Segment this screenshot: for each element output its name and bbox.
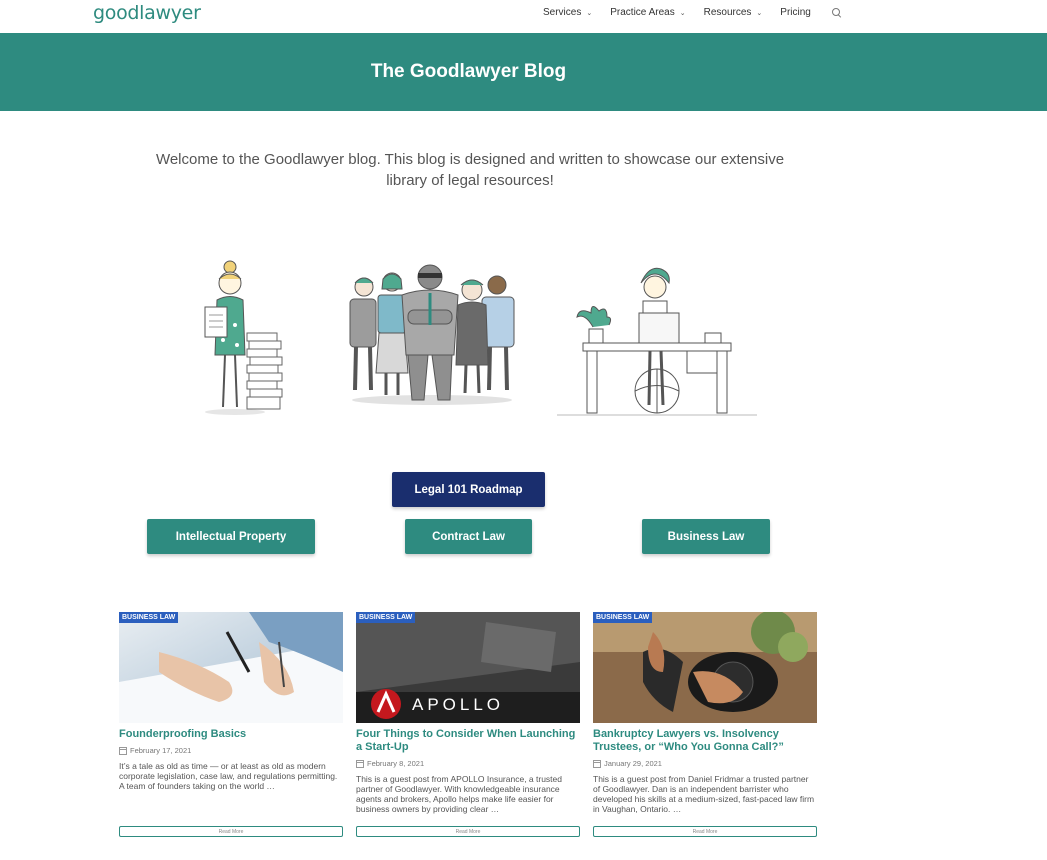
search-icon[interactable] <box>831 7 842 18</box>
main-nav: Services ⌄ Practice Areas ⌄ Resources ⌄ Pri… <box>543 7 842 18</box>
nav-pricing-label: Pricing <box>780 7 811 18</box>
card-image-signing-document[interactable]: BUSINESS LAW <box>119 612 343 723</box>
nav-pricing[interactable]: Pricing <box>780 7 811 18</box>
card-image-apollo[interactable]: APOLLO BUSINESS LAW <box>356 612 580 723</box>
card-date: February 8, 2021 <box>356 759 580 768</box>
nav-resources-label: Resources <box>703 7 752 18</box>
card-title[interactable]: Four Things to Consider When Launching a… <box>356 728 580 754</box>
card-title[interactable]: Founderproofing Basics <box>119 728 343 741</box>
chevron-down-icon: ⌄ <box>756 9 763 17</box>
signing-document-photo <box>119 612 343 723</box>
card-excerpt: It’s a tale as old as time — or at least… <box>119 761 338 791</box>
chevron-down-icon: ⌄ <box>679 9 686 17</box>
apollo-logo-text: APOLLO <box>412 695 505 714</box>
card-date: February 17, 2021 <box>119 746 343 755</box>
read-more-button[interactable]: Read More <box>593 826 817 837</box>
page-title: The Goodlawyer Blog <box>370 61 567 82</box>
category-badge[interactable]: BUSINESS LAW <box>593 612 653 623</box>
card-date-text: February 17, 2021 <box>130 746 192 755</box>
card-date: January 29, 2021 <box>593 759 817 768</box>
blog-card: BUSINESS LAW Bankruptcy Lawyers vs. Inso… <box>593 612 817 837</box>
nav-practice-areas[interactable]: Practice Areas ⌄ <box>610 7 685 18</box>
card-date-text: February 8, 2021 <box>367 759 425 768</box>
read-more-button[interactable]: Read More <box>356 826 580 837</box>
nav-services[interactable]: Services ⌄ <box>543 7 592 18</box>
card-excerpt: This is a guest post from APOLLO Insuran… <box>356 774 562 814</box>
blog-card: BUSINESS LAW Founderproofing Basics Febr… <box>119 612 343 837</box>
contract-law-button[interactable]: Contract Law <box>405 519 532 554</box>
calendar-icon <box>593 759 601 768</box>
blog-card: APOLLO BUSINESS LAW Four Things to Consi… <box>356 612 580 837</box>
category-badge[interactable]: BUSINESS LAW <box>119 612 179 623</box>
rotary-telephone-photo <box>593 612 817 723</box>
woman-at-desk-illustration <box>557 267 757 416</box>
nav-services-label: Services <box>543 7 582 18</box>
card-title[interactable]: Bankruptcy Lawyers vs. Insolvency Truste… <box>593 728 817 754</box>
intellectual-property-button[interactable]: Intellectual Property <box>147 519 315 554</box>
nav-resources[interactable]: Resources ⌄ <box>704 7 763 18</box>
woman-with-documents-illustration <box>204 260 283 415</box>
nav-practice-areas-label: Practice Areas <box>610 7 675 18</box>
business-law-button[interactable]: Business Law <box>642 519 770 554</box>
category-badge[interactable]: BUSINESS LAW <box>356 612 416 623</box>
calendar-icon <box>356 759 364 768</box>
team-group-illustration <box>349 264 515 405</box>
logo[interactable]: goodlawyer <box>93 2 201 24</box>
legal-101-roadmap-button[interactable]: Legal 101 Roadmap <box>392 472 545 507</box>
card-date-text: January 29, 2021 <box>604 759 662 768</box>
card-excerpt: This is a guest post from Daniel Fridmar… <box>593 774 815 814</box>
intro-text: Welcome to the Goodlawyer blog. This blo… <box>155 151 785 189</box>
chevron-down-icon: ⌄ <box>586 9 593 17</box>
hero-banner: The Goodlawyer Blog <box>0 33 1047 111</box>
top-navigation: goodlawyer Services ⌄ Practice Areas ⌄ Res… <box>0 0 1047 33</box>
card-image-telephone[interactable]: BUSINESS LAW <box>593 612 817 723</box>
read-more-button[interactable]: Read More <box>119 826 343 837</box>
calendar-icon <box>119 746 127 755</box>
